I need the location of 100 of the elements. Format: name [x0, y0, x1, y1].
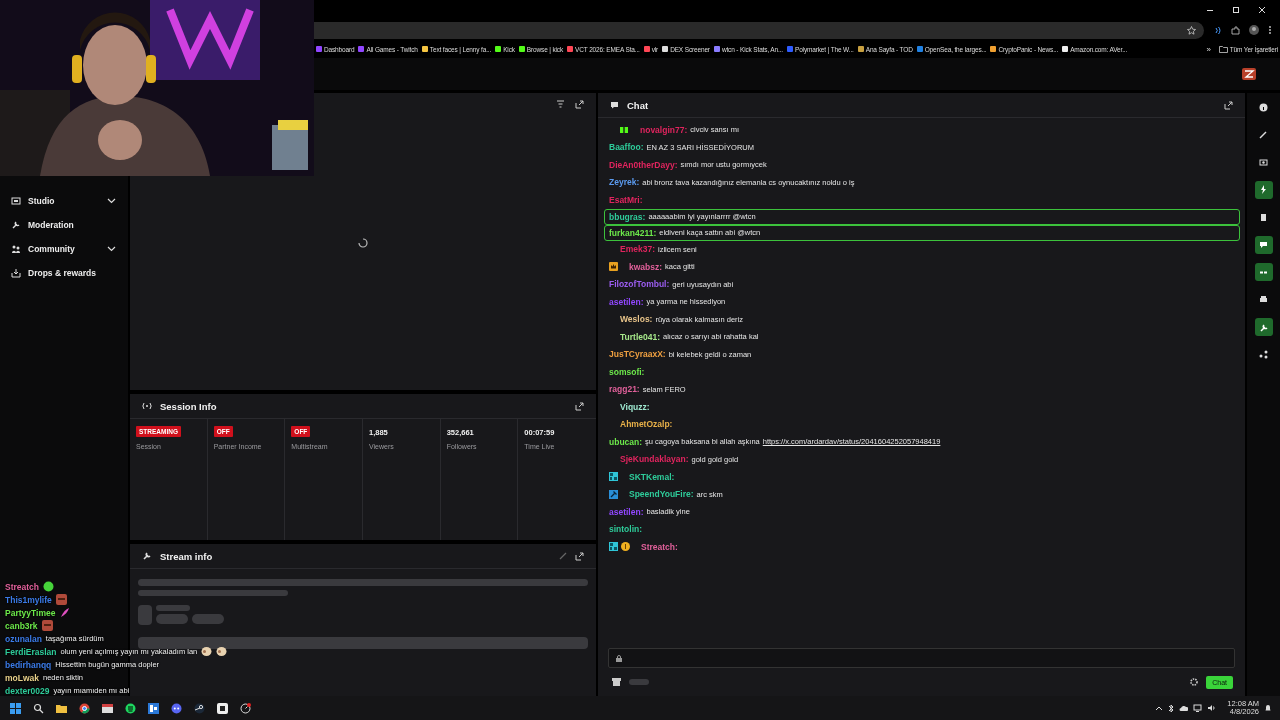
cloud-icon[interactable] [1179, 704, 1189, 712]
sidebar-item[interactable]: Studio [0, 189, 128, 213]
camera-icon [1259, 157, 1268, 167]
app-logo-icon[interactable] [1242, 68, 1256, 80]
username[interactable]: Zeyrek: [609, 177, 640, 188]
sidebar-item[interactable]: Community [0, 237, 128, 261]
search-icon[interactable] [32, 702, 44, 714]
extensions-icon[interactable] [1231, 25, 1240, 35]
volume-icon[interactable] [1207, 704, 1217, 712]
username[interactable]: Turtle041: [620, 331, 660, 342]
username[interactable]: Streatch: [641, 541, 678, 552]
username[interactable]: somsofi: [609, 366, 645, 377]
username[interactable]: bbugras: [609, 211, 646, 222]
username[interactable]: asetilen: [609, 296, 644, 307]
username[interactable]: Emek37: [620, 244, 655, 255]
pencil-icon[interactable] [559, 552, 567, 560]
username[interactable]: EsatMri: [609, 194, 643, 205]
emote-icon [216, 646, 228, 657]
loading-placeholder [629, 679, 649, 685]
username[interactable]: SpeendYouFire: [629, 489, 694, 500]
emote-icon [43, 581, 54, 592]
rail-button[interactable] [1254, 318, 1273, 336]
username: moLwak [5, 672, 39, 683]
wrench-icon [142, 551, 152, 561]
rail-button[interactable] [1254, 180, 1273, 199]
wrench-icon [1259, 322, 1268, 332]
chevron-down-icon [107, 198, 116, 204]
lock-icon [616, 654, 622, 662]
username: Streatch [5, 581, 39, 592]
loading-placeholder [156, 614, 188, 624]
username[interactable]: JusTCyraaxX: [609, 349, 666, 360]
hammer-icon [609, 489, 618, 499]
more-bookmarks-button[interactable]: » [1206, 44, 1211, 54]
rail-button[interactable] [1254, 263, 1273, 281]
coin-icon [621, 542, 630, 552]
sidebar-item[interactable]: Drops & rewards [0, 261, 128, 285]
username[interactable]: Baaffoo: [609, 142, 644, 153]
popout-icon[interactable] [575, 551, 584, 561]
username: canb3rk [5, 620, 38, 631]
panel-title: Stream info [160, 550, 213, 562]
calendar-icon[interactable] [101, 702, 113, 714]
username[interactable]: SKTKemal: [629, 471, 675, 482]
popout-icon[interactable] [575, 401, 584, 411]
settings-icon[interactable] [1190, 678, 1199, 686]
wrench-icon [11, 220, 21, 230]
popout-icon[interactable] [1224, 100, 1233, 110]
music-app-icon[interactable] [124, 702, 136, 714]
username: ozunalan [5, 633, 42, 644]
profile-avatar-icon[interactable] [1249, 25, 1259, 35]
people-icon [11, 244, 21, 254]
broadcast-icon [142, 402, 152, 410]
gauge-icon[interactable] [239, 702, 251, 714]
chevron-up-icon[interactable] [1155, 705, 1164, 711]
rail-button[interactable] [1254, 235, 1273, 254]
folder-icon[interactable] [55, 702, 67, 714]
gift-icon [620, 125, 629, 135]
username[interactable]: novalgin77: [640, 124, 688, 135]
username: PartyyTimee [5, 607, 56, 618]
info-icon [1259, 102, 1268, 112]
chat-input-field[interactable] [608, 648, 1235, 668]
username[interactable]: Weslos: [620, 314, 653, 325]
more-icon[interactable] [1268, 25, 1272, 35]
loading-placeholder [138, 605, 152, 625]
username[interactable]: asetilen: [609, 506, 644, 517]
folder-icon [1218, 45, 1228, 53]
username[interactable]: furkan4211: [609, 227, 657, 238]
notification-bell-icon[interactable] [1264, 704, 1272, 712]
printer-icon [1259, 295, 1268, 304]
popout-icon[interactable] [575, 99, 584, 109]
username: FerdiEraslan [5, 646, 57, 657]
lightning-icon [1259, 185, 1268, 194]
username[interactable]: AhmetOzalp: [620, 419, 673, 430]
terminal-app-icon[interactable] [216, 702, 228, 714]
filter-icon[interactable] [556, 100, 565, 108]
browser-icon[interactable] [78, 702, 90, 714]
restore-icon[interactable] [1232, 6, 1240, 14]
store-icon[interactable] [612, 678, 621, 686]
studio-icon [11, 196, 21, 206]
username[interactable]: ragg21: [609, 384, 640, 395]
username[interactable]: Viquzz: [620, 401, 650, 412]
loading-placeholder [156, 605, 190, 611]
username[interactable]: sintolin: [609, 524, 643, 535]
username[interactable]: SjeKundaklayan: [620, 454, 689, 465]
chat-bubble-icon [610, 101, 619, 109]
star-icon[interactable] [1187, 25, 1196, 35]
sidebar-item[interactable]: Moderation [0, 213, 128, 237]
panel-title: Session Info [160, 400, 217, 412]
username: dexter0029 [5, 685, 50, 696]
chevron-down-icon [107, 246, 116, 252]
username[interactable]: DieAn0therDayy: [609, 159, 678, 170]
username[interactable]: ubucan: [609, 436, 643, 447]
windows-icon[interactable] [9, 702, 21, 714]
bluetooth-icon[interactable] [1168, 703, 1175, 713]
loading-placeholder [192, 614, 224, 624]
username[interactable]: kwabsz: [629, 261, 663, 272]
nodes-icon [1259, 350, 1268, 359]
broadcast-icon[interactable] [1213, 25, 1222, 35]
username[interactable]: FilozofTombul: [609, 279, 670, 290]
close-icon[interactable] [1258, 6, 1266, 14]
chat-bubble-icon [1259, 240, 1268, 249]
